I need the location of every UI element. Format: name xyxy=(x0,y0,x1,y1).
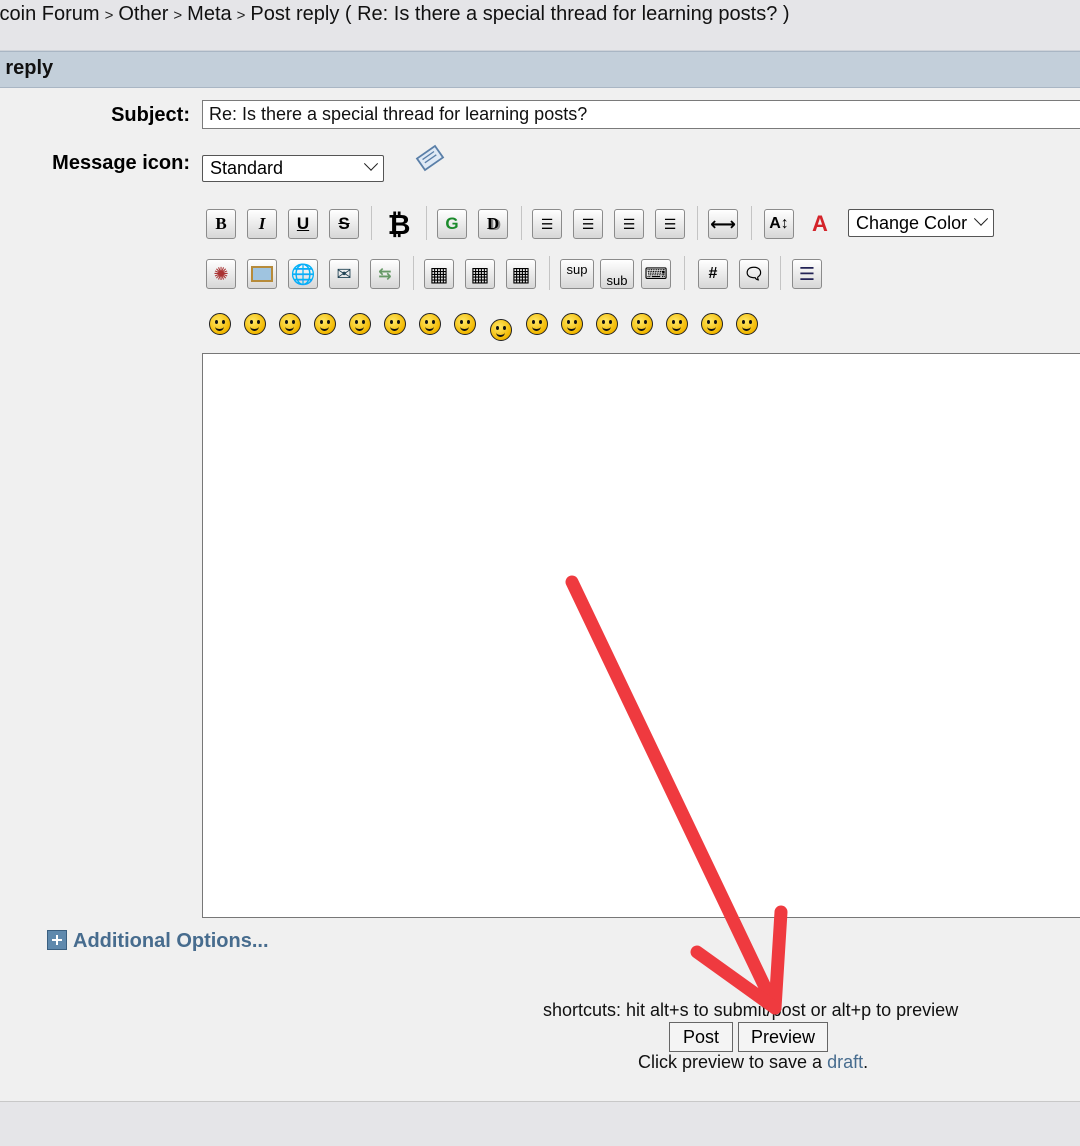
annotation-arrow-icon xyxy=(565,575,788,1015)
